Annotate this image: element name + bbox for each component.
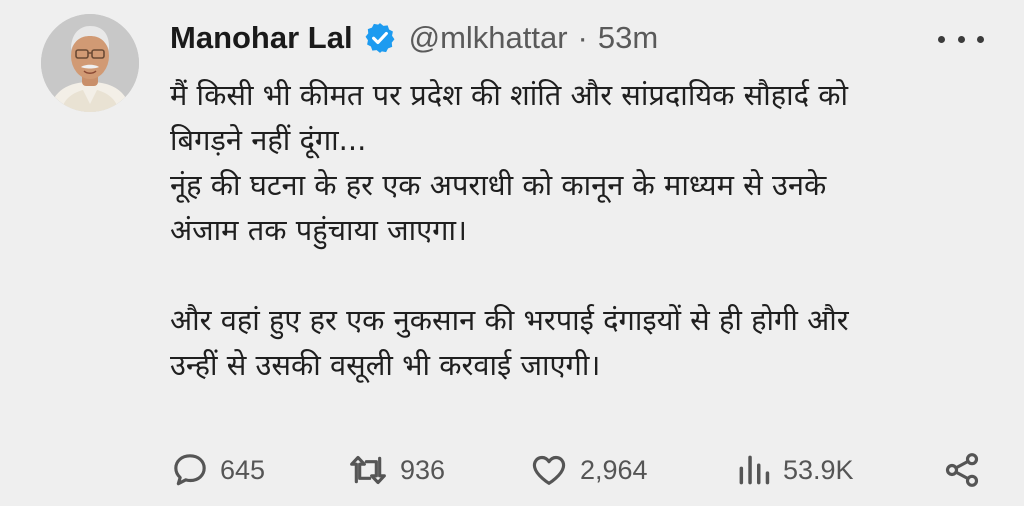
share-icon: [942, 450, 982, 490]
author-handle[interactable]: @mlkhattar: [409, 20, 568, 56]
tweet-text: मैं किसी भी कीमत पर प्रदेश की शांति और स…: [170, 73, 1000, 388]
tweet-line: और वहां हुए हर एक नुकसान की भरपाई दंगाइय…: [170, 303, 849, 337]
retweet-button[interactable]: 936: [346, 448, 445, 492]
tweet-card[interactable]: Manohar Lal @mlkhattar · 53m मैं किसी भी…: [0, 0, 1024, 506]
heart-icon: [528, 450, 570, 490]
more-horizontal-icon[interactable]: [938, 22, 984, 56]
share-button[interactable]: [942, 448, 982, 492]
like-count: 2,964: [580, 454, 648, 485]
reply-button[interactable]: 645: [170, 448, 265, 492]
more-dot: [938, 35, 945, 43]
retweet-count: 936: [400, 454, 446, 485]
tweet-line: अंजाम तक पहुंचाया जाएगा।: [170, 213, 468, 247]
reply-count: 645: [220, 454, 266, 485]
like-button[interactable]: 2,964: [528, 448, 648, 492]
tweet-line: नूंह की घटना के हर एक अपराधी को कानून के…: [170, 168, 827, 202]
author-name[interactable]: Manohar Lal: [170, 20, 353, 56]
views-count: 53.9K: [783, 454, 854, 485]
more-dot: [977, 35, 984, 43]
tweet-line: उन्हीं से उसकी वसूली भी करवाई जाएगी।: [170, 348, 601, 382]
avatar[interactable]: [41, 14, 139, 112]
retweet-icon: [346, 450, 390, 490]
comment-icon: [170, 450, 210, 490]
bar-chart-icon: [735, 450, 773, 490]
tweet-line: मैं किसी भी कीमत पर प्रदेश की शांति और स…: [170, 78, 849, 112]
verified-badge-icon: [363, 21, 397, 55]
views-button[interactable]: 53.9K: [735, 448, 854, 492]
tweet-line: बिगड़ने नहीं दूंगा...: [170, 123, 367, 157]
timestamp[interactable]: 53m: [598, 20, 658, 56]
tweet-header: Manohar Lal @mlkhattar · 53m: [170, 14, 658, 62]
more-dot: [957, 35, 965, 43]
action-bar: 645 936 2,964 53.9K: [170, 448, 984, 492]
separator-dot: ·: [577, 20, 588, 55]
